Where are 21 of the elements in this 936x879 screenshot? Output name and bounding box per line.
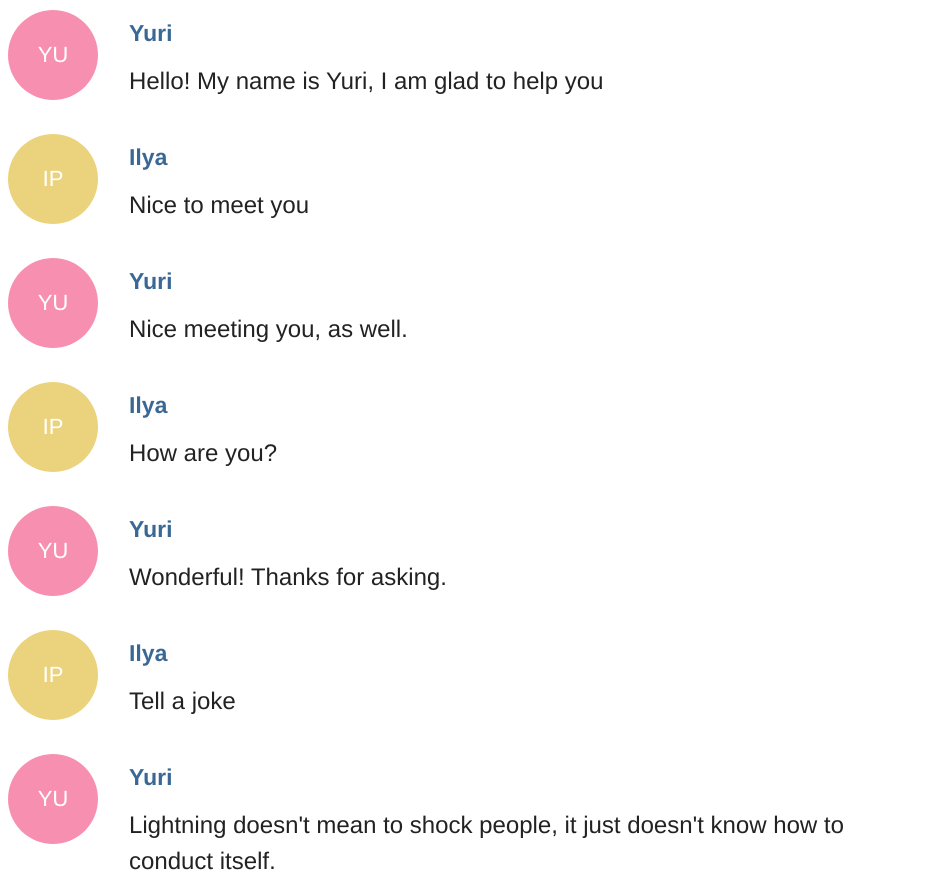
author-name: Yuri bbox=[129, 268, 172, 295]
author-name: Yuri bbox=[129, 516, 172, 543]
avatar: YU bbox=[8, 258, 98, 348]
author-name: Ilya bbox=[129, 392, 168, 419]
message-text: Tell a joke bbox=[129, 687, 237, 717]
avatar: IP bbox=[8, 134, 98, 224]
message-text: Wonderful! Thanks for asking. bbox=[129, 563, 448, 593]
avatar: YU bbox=[8, 754, 98, 844]
message-text: How are you? bbox=[129, 439, 278, 469]
author-name: Ilya bbox=[129, 640, 168, 667]
author-name: Yuri bbox=[129, 20, 172, 47]
message-text: Nice to meet you bbox=[129, 191, 310, 221]
avatar: YU bbox=[8, 10, 98, 100]
message-text: Nice meeting you, as well. bbox=[129, 315, 409, 345]
avatar: IP bbox=[8, 382, 98, 472]
avatar: IP bbox=[8, 630, 98, 720]
author-name: Ilya bbox=[129, 144, 168, 171]
message-text: Hello! My name is Yuri, I am glad to help you bbox=[129, 67, 604, 97]
author-name: Yuri bbox=[129, 764, 172, 791]
message-text: Lightning doesn't mean to shock people, it just doesn't know how to conduct itself. bbox=[129, 811, 845, 877]
avatar: YU bbox=[8, 506, 98, 596]
